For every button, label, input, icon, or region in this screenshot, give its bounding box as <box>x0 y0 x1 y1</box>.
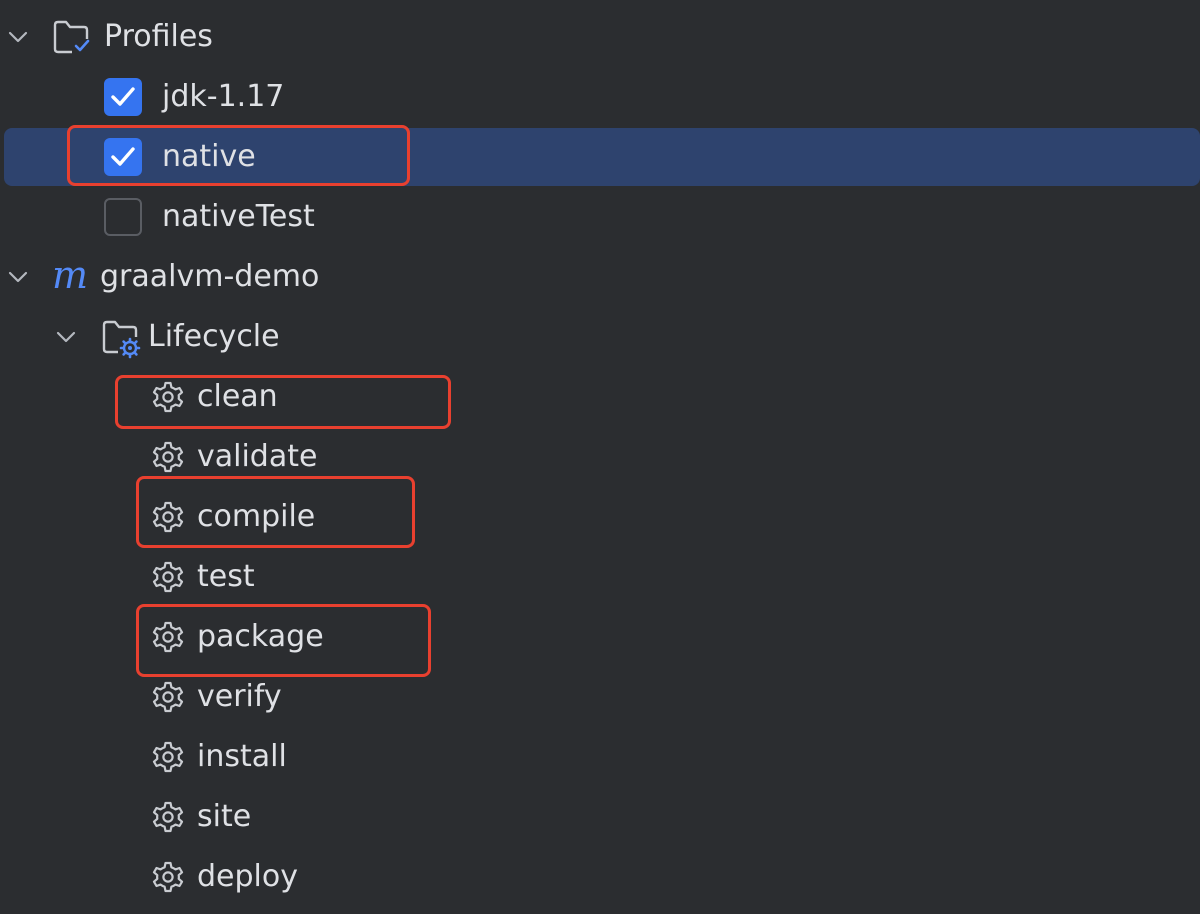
chevron-down-icon[interactable] <box>6 265 30 289</box>
lifecycle-goal-label: package <box>197 619 324 654</box>
tree-node-label: graalvm-demo <box>100 259 320 294</box>
lifecycle-goal-deploy[interactable]: deploy <box>0 847 1200 907</box>
profile-label: jdk-1.17 <box>162 79 285 114</box>
tree-node-profiles[interactable]: Profiles <box>0 7 1200 67</box>
profile-label: native <box>162 139 256 174</box>
gear-icon <box>152 441 184 473</box>
lifecycle-goal-label: verify <box>197 679 282 714</box>
lifecycle-goal-verify[interactable]: verify <box>0 667 1200 727</box>
tree-node-label: Lifecycle <box>148 319 280 354</box>
gear-icon <box>152 801 184 833</box>
lifecycle-goal-label: test <box>197 559 255 594</box>
profile-item-nativetest[interactable]: nativeTest <box>0 187 1200 247</box>
profile-checkbox[interactable] <box>104 138 142 176</box>
lifecycle-goal-install[interactable]: install <box>0 727 1200 787</box>
profile-checkbox[interactable] <box>104 198 142 236</box>
tree-node-lifecycle[interactable]: Lifecycle <box>0 307 1200 367</box>
profile-checkbox[interactable] <box>104 78 142 116</box>
check-icon <box>111 147 135 166</box>
gear-icon <box>152 561 184 593</box>
gear-icon <box>152 501 184 533</box>
lifecycle-goal-clean[interactable]: clean <box>0 367 1200 427</box>
lifecycle-goal-label: compile <box>197 499 316 534</box>
tree-node-project[interactable]: m graalvm-demo <box>0 247 1200 307</box>
profile-label: nativeTest <box>162 199 315 234</box>
lifecycle-goal-label: validate <box>197 439 318 474</box>
lifecycle-goal-site[interactable]: site <box>0 787 1200 847</box>
profile-item-native[interactable]: native <box>0 127 1200 187</box>
lifecycle-goal-label: deploy <box>197 859 298 894</box>
lifecycle-goal-label: site <box>197 799 252 834</box>
chevron-down-icon[interactable] <box>54 325 78 349</box>
folder-check-icon <box>53 20 90 54</box>
gear-icon <box>152 861 184 893</box>
gear-icon <box>152 681 184 713</box>
gear-icon <box>152 381 184 413</box>
lifecycle-goal-test[interactable]: test <box>0 547 1200 607</box>
lifecycle-goal-compile[interactable]: compile <box>0 487 1200 547</box>
folder-gear-icon <box>102 320 141 359</box>
profile-item-jdk-1-17[interactable]: jdk-1.17 <box>0 67 1200 127</box>
lifecycle-goal-package[interactable]: package <box>0 607 1200 667</box>
lifecycle-goal-label: install <box>197 739 287 774</box>
gear-icon <box>152 621 184 653</box>
lifecycle-goal-label: clean <box>197 379 278 414</box>
maven-tool-window-tree: Profiles jdk-1.17 native nativeTest m gr… <box>0 0 1200 914</box>
maven-icon: m <box>52 253 89 297</box>
lifecycle-goal-validate[interactable]: validate <box>0 427 1200 487</box>
check-icon <box>111 87 135 106</box>
tree-node-label: Profiles <box>104 19 213 54</box>
chevron-down-icon[interactable] <box>6 25 30 49</box>
gear-icon <box>152 741 184 773</box>
